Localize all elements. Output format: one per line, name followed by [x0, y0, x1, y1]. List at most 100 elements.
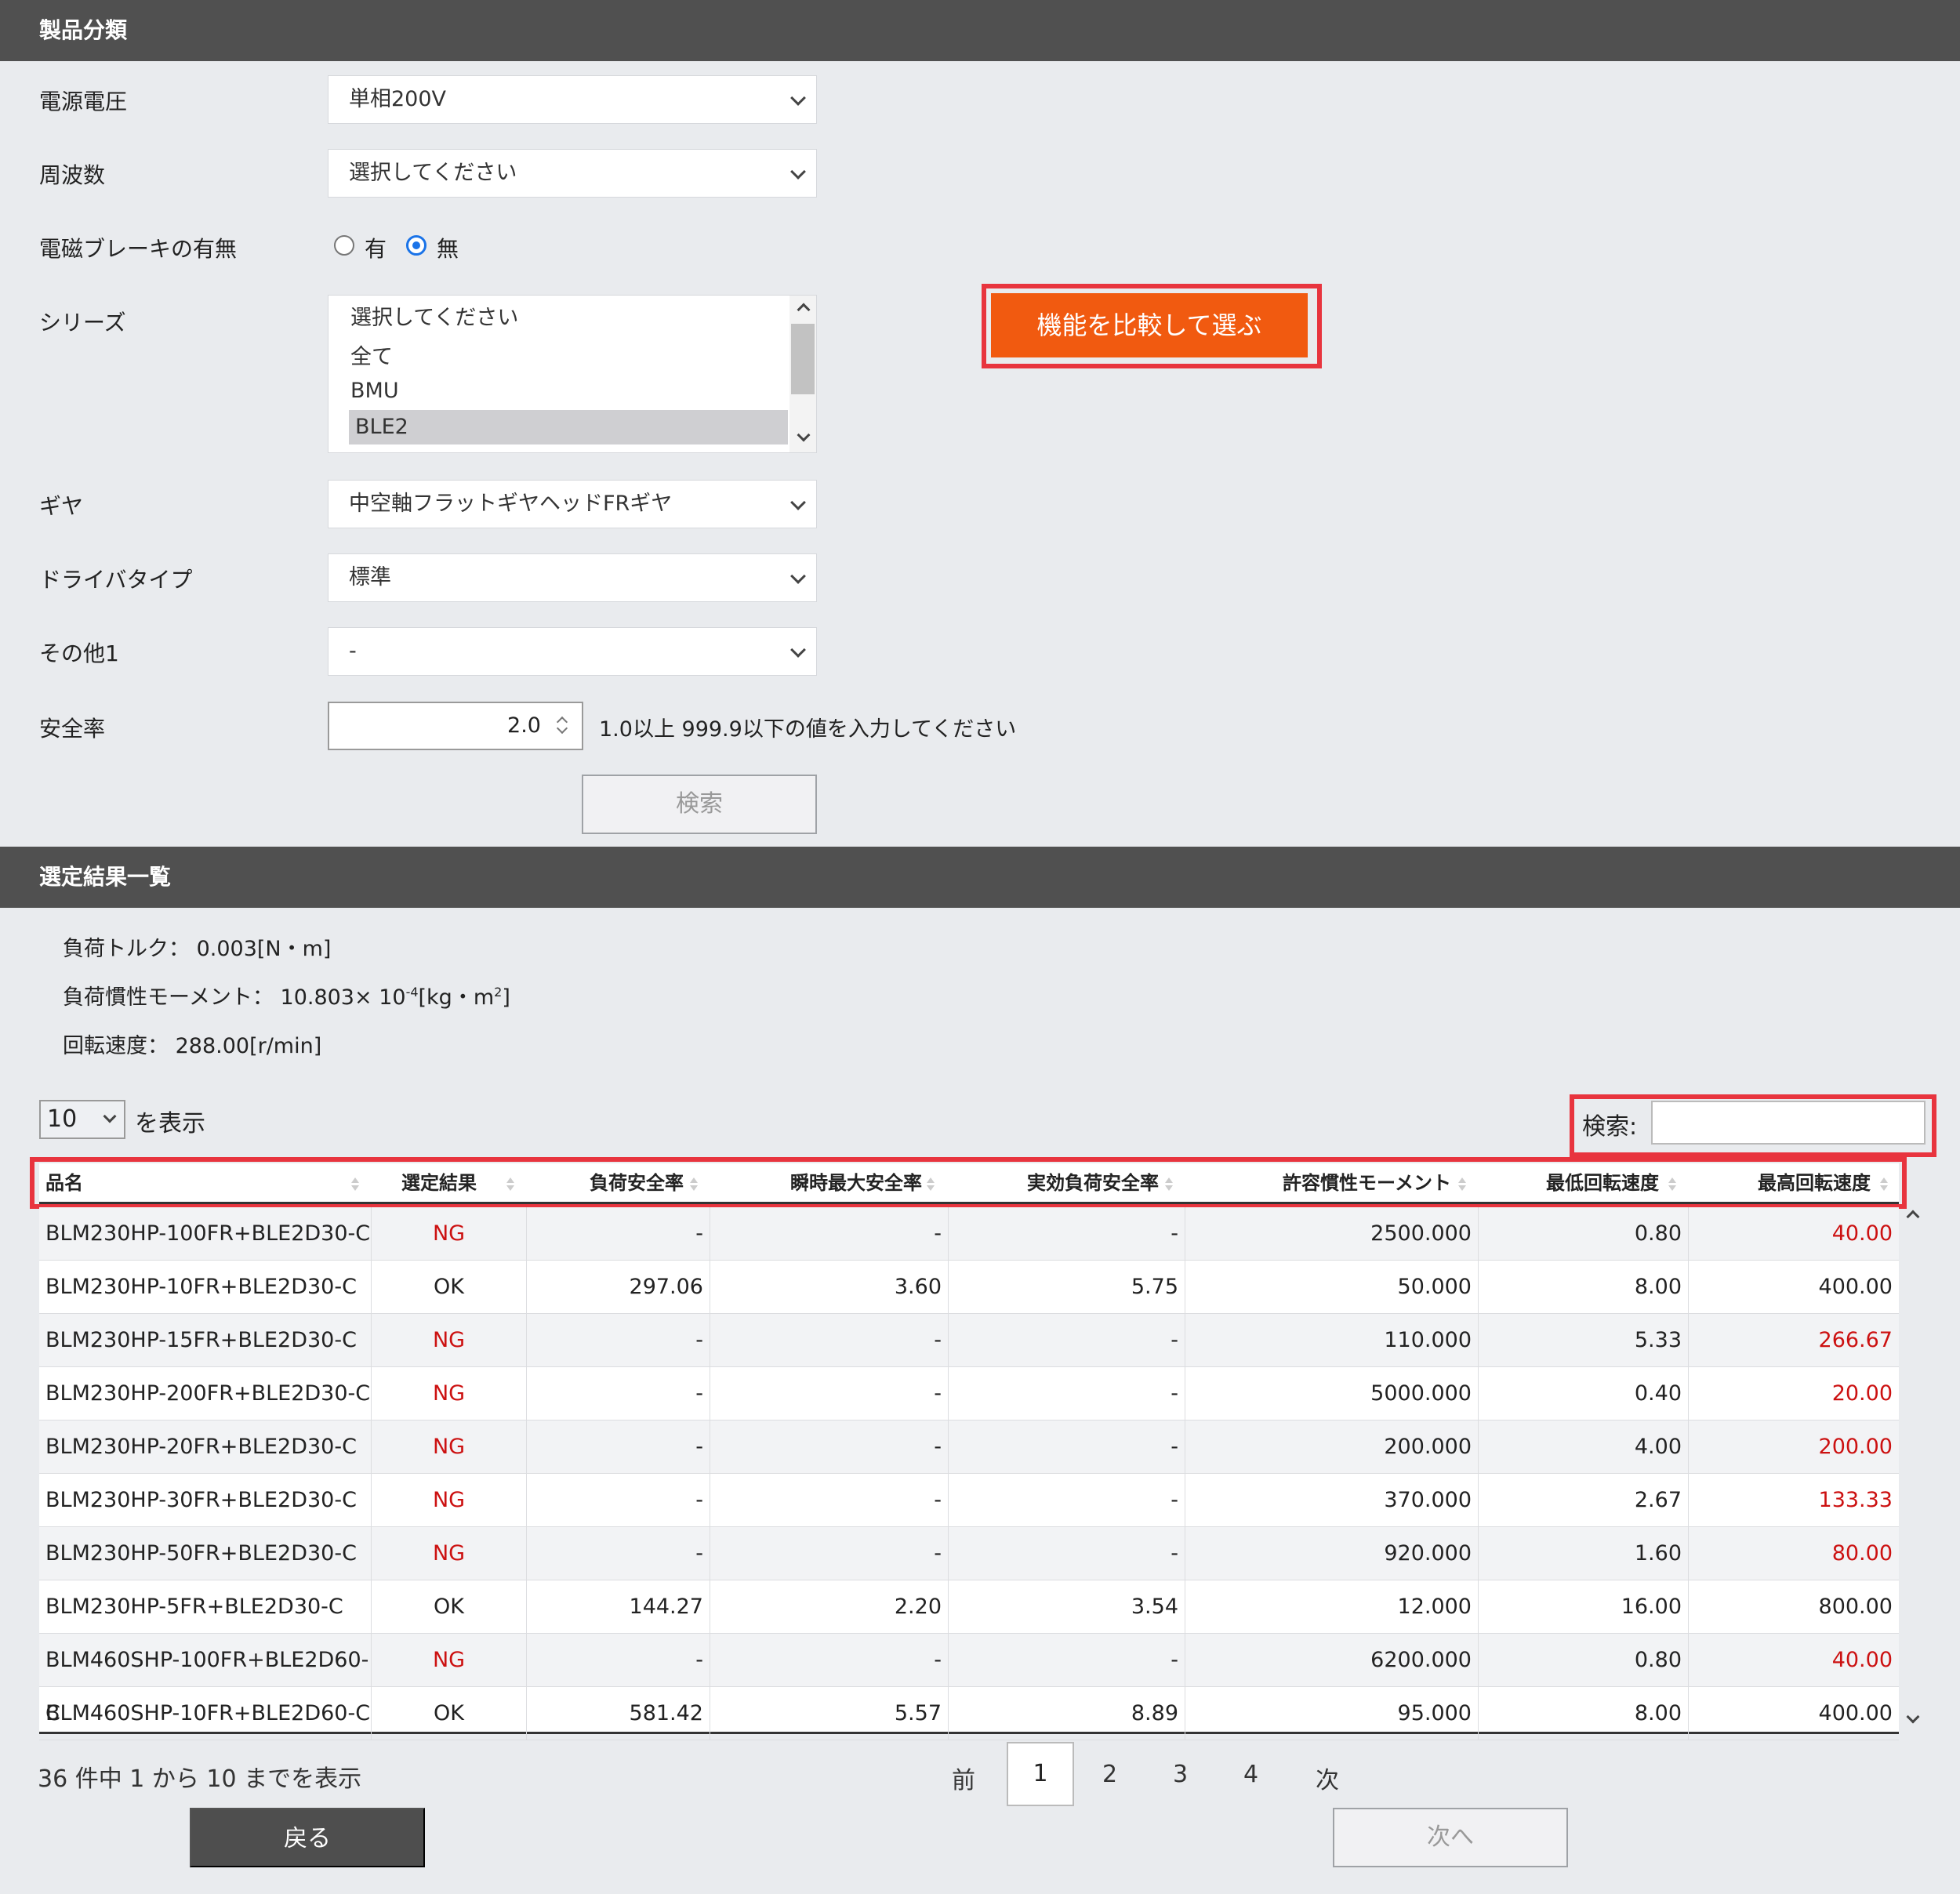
- search-button[interactable]: 検索: [582, 775, 817, 834]
- column-header-effective-safety[interactable]: 実効負荷安全率: [1027, 1163, 1159, 1204]
- chevron-down-icon[interactable]: [797, 428, 811, 442]
- pager-page[interactable]: 2: [1102, 1761, 1117, 1788]
- table-cell: -: [527, 1314, 710, 1367]
- table-row[interactable]: BLM230HP-50FR+BLE2D30-C NG - - -920.000 1.60 8…: [39, 1527, 1899, 1580]
- table-row[interactable]: BLM230HP-30FR+BLE2D30-C NG - - -370.000 2.67 1…: [39, 1474, 1899, 1527]
- table-row[interactable]: BLM230HP-15FR+BLE2D30-C NG - - -110.000 5.33 2…: [39, 1314, 1899, 1367]
- table-cell: 5000.000: [1185, 1367, 1479, 1420]
- brake-radio-yes[interactable]: [334, 235, 354, 256]
- table-cell: 2.67: [1479, 1474, 1689, 1527]
- spinner-icon[interactable]: [556, 714, 571, 738]
- chevron-down-icon: [790, 642, 806, 658]
- series-option-selected[interactable]: BLE2: [349, 410, 788, 444]
- chevron-down-icon: [790, 164, 806, 180]
- table-cell: -: [710, 1367, 949, 1420]
- filter-input[interactable]: [1651, 1101, 1926, 1145]
- sort-icon[interactable]: [1458, 1177, 1466, 1192]
- pager-page[interactable]: 4: [1243, 1761, 1258, 1788]
- results-header: 選定結果一覧: [0, 847, 1960, 908]
- column-header-result[interactable]: 選定結果: [401, 1163, 477, 1204]
- compare-functions-button[interactable]: 機能を比較して選ぶ: [991, 293, 1308, 357]
- table-cell: BLM230HP-5FR+BLE2D30-C: [39, 1580, 372, 1634]
- table-cell: 80.00: [1831, 1541, 1893, 1566]
- inertia-unit-power: 2: [494, 985, 503, 1000]
- series-scrollbar[interactable]: [789, 296, 816, 452]
- table-row[interactable]: BLM230HP-10FR+BLE2D30-C OK 297.06 3.60 5.75 5…: [39, 1261, 1899, 1314]
- column-header-load-safety[interactable]: 負荷安全率: [590, 1163, 684, 1204]
- table-cell: -: [949, 1527, 1185, 1580]
- load-torque-value: 0.003[N・m]: [196, 937, 332, 961]
- table-cell: BLM230HP-50FR+BLE2D30-C: [39, 1527, 372, 1580]
- column-header-product[interactable]: 品名: [45, 1163, 83, 1204]
- table-cell: -: [949, 1367, 1185, 1420]
- pager-page-current[interactable]: 1: [1007, 1742, 1074, 1806]
- sort-icon[interactable]: [1165, 1177, 1173, 1192]
- table-scrollbar[interactable]: [1899, 1207, 1926, 1734]
- column-header-max-speed[interactable]: 最高回転速度: [1758, 1163, 1871, 1204]
- table-cell: BLM230HP-20FR+BLE2D30-C: [39, 1420, 372, 1474]
- pager-next[interactable]: 次: [1316, 1761, 1339, 1795]
- table-row[interactable]: BLM230HP-200FR+BLE2D30-C NG - - -5000.000 0.4…: [39, 1367, 1899, 1420]
- series-listbox[interactable]: 選択してください 全て BMU BLE2: [328, 295, 817, 453]
- sort-icon[interactable]: [506, 1177, 514, 1192]
- table-cell: OK: [372, 1261, 527, 1314]
- gear-select[interactable]: 中空軸フラットギヤヘッドFRギヤ: [328, 480, 817, 528]
- table-cell: 0.80: [1479, 1634, 1689, 1687]
- pager-page[interactable]: 3: [1173, 1761, 1188, 1788]
- chevron-up-icon[interactable]: [1906, 1210, 1920, 1224]
- table-header: 品名 選定結果 負荷安全率 瞬時最大安全率 実効負荷安全率 許容慣性モーメント …: [39, 1163, 1899, 1204]
- series-scroll-thumb[interactable]: [791, 324, 815, 394]
- filter-label: 検索:: [1582, 1113, 1638, 1141]
- sort-icon[interactable]: [690, 1177, 698, 1192]
- load-inertia-value: 10.803× 10: [280, 985, 406, 1010]
- sort-icon[interactable]: [351, 1177, 359, 1192]
- page-length-value: 10: [47, 1105, 78, 1133]
- table-cell: -: [710, 1420, 949, 1474]
- page-length-select[interactable]: 10: [39, 1100, 125, 1139]
- table-row[interactable]: BLM230HP-5FR+BLE2D30-C OK 144.27 2.20 3.54 12…: [39, 1580, 1899, 1634]
- voltage-select[interactable]: 単相200V: [328, 75, 817, 124]
- rotation-speed-label: 回転速度：: [63, 1034, 169, 1058]
- column-header-peak-safety[interactable]: 瞬時最大安全率: [790, 1163, 922, 1204]
- series-option[interactable]: 全て: [350, 339, 393, 370]
- back-button[interactable]: 戻る: [190, 1808, 425, 1867]
- series-option[interactable]: 選択してください: [350, 300, 518, 331]
- driver-type-select[interactable]: 標準: [328, 553, 817, 602]
- safety-factor-hint: 1.0以上 999.9以下の値を入力してください: [599, 717, 1017, 742]
- table-row[interactable]: BLM460SHP-100FR+BLE2D60-C NG - - -6200.000 0.…: [39, 1634, 1899, 1725]
- chevron-down-icon: [790, 495, 806, 510]
- brake-radio-no[interactable]: [406, 235, 426, 256]
- table-row[interactable]: BLM230HP-100FR+BLE2D30-C NG - - -2500.000 0.8…: [39, 1207, 1899, 1261]
- table-cell: 2.20: [710, 1580, 949, 1634]
- table-cell: -: [710, 1634, 949, 1687]
- chevron-up-icon[interactable]: [797, 303, 811, 317]
- sort-icon[interactable]: [927, 1177, 935, 1192]
- table-cell: 8.00: [1479, 1261, 1689, 1314]
- chevron-down-icon[interactable]: [1906, 1710, 1920, 1724]
- table-row[interactable]: BLM460SHP-10FR+BLE2D60-C OK 581.42 5.57 8.89…: [39, 1687, 1899, 1740]
- load-torque-label: 負荷トルク：: [63, 937, 190, 961]
- table-cell: 6200.000: [1185, 1634, 1479, 1687]
- column-header-min-speed[interactable]: 最低回転速度: [1546, 1163, 1659, 1204]
- chevron-down-icon: [103, 1109, 117, 1123]
- sort-icon[interactable]: [1880, 1177, 1888, 1192]
- inertia-unit: [kg・m: [418, 985, 495, 1010]
- other1-select[interactable]: -: [328, 627, 817, 676]
- other1-label: その他1: [39, 640, 119, 666]
- brake-yes-label: 有: [365, 236, 387, 262]
- frequency-select[interactable]: 選択してください: [328, 149, 817, 198]
- safety-factor-input[interactable]: 2.0: [328, 702, 583, 750]
- table-cell: BLM230HP-200FR+BLE2D30-C: [39, 1367, 372, 1420]
- table-cell: -: [949, 1420, 1185, 1474]
- pager-prev[interactable]: 前: [952, 1761, 975, 1795]
- next-button[interactable]: 次へ: [1333, 1808, 1568, 1867]
- table-cell: 920.000: [1185, 1527, 1479, 1580]
- table-cell: 0.40: [1479, 1367, 1689, 1420]
- table-cell: 370.000: [1185, 1474, 1479, 1527]
- table-cell: -: [949, 1474, 1185, 1527]
- sort-icon[interactable]: [1668, 1177, 1676, 1192]
- table-cell: -: [527, 1474, 710, 1527]
- series-option[interactable]: BMU: [350, 379, 399, 403]
- column-header-inertia[interactable]: 許容慣性モーメント: [1283, 1163, 1451, 1204]
- table-row[interactable]: BLM230HP-20FR+BLE2D30-C NG - - -200.000 4.00 2…: [39, 1420, 1899, 1474]
